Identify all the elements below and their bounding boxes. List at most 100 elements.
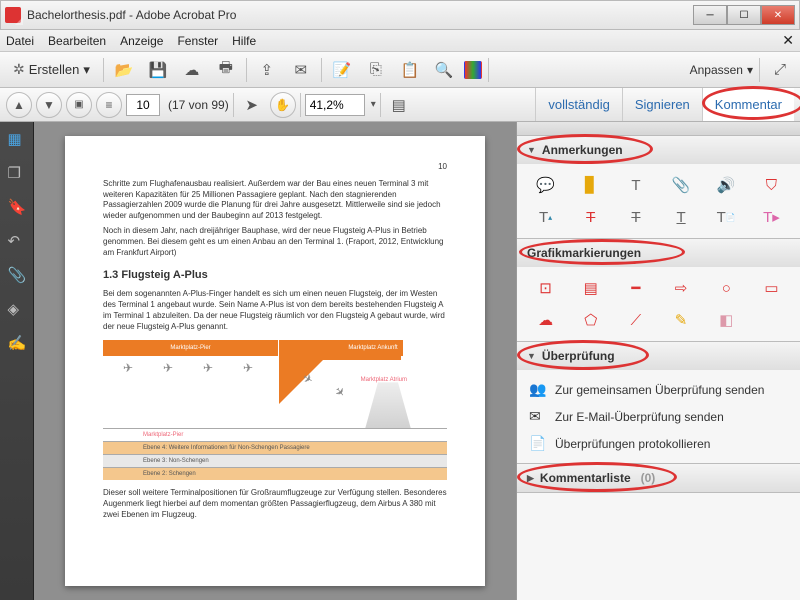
menu-close-icon[interactable]: ✕ [782,32,794,49]
cloud-tool[interactable]: ☁ [527,309,564,331]
body-text: Schritte zum Flughafenausbau realisiert.… [103,179,447,222]
underline-tool[interactable]: T [663,206,700,228]
create-label: Erstellen [29,62,80,77]
page-last-button[interactable]: ≡ [96,92,122,118]
cloud-button[interactable]: ☁ [178,56,206,84]
email-button[interactable]: ✉ [287,56,315,84]
annotation-tools: 💬 ▊ T 📎 🔊 ⛉ T▴ T T T T📄 T▸ [527,174,790,228]
sticky-note-tool[interactable]: 💬 [527,174,564,196]
page-up-button[interactable]: ▲ [6,92,32,118]
callout-tool[interactable]: ⊡ [527,277,564,299]
edit-button[interactable]: 📝 [328,56,356,84]
pages-icon[interactable]: ❐ [8,164,26,182]
chevron-down-icon: ▾ [371,99,376,110]
search-button[interactable]: 🔍 [430,56,458,84]
bookmarks-icon[interactable]: 🔖 [8,198,26,216]
hand-tool[interactable]: ✋ [270,92,296,118]
clipboard-button[interactable]: 📋 [396,56,424,84]
eraser-tool[interactable]: ◧ [708,309,745,331]
print-button[interactable]: 🖶 [212,56,240,84]
app-icon [5,7,21,23]
document-viewport[interactable]: 10 Schritte zum Flughafenausbau realisie… [34,122,516,600]
create-dropdown[interactable]: ✲ Erstellen ▾ [6,56,97,84]
polygon-tool[interactable]: ⬠ [572,309,609,331]
rect-tool[interactable]: ▭ [753,277,790,299]
highlight-tool[interactable]: ▊ [572,174,609,196]
review-shared-link[interactable]: 👥 Zur gemeinsamen Überprüfung senden [527,376,790,403]
audio-tool[interactable]: 🔊 [708,174,745,196]
fullscreen-button[interactable]: ⤢ [766,56,794,84]
chevron-down-icon: ▾ [747,63,753,77]
polyline-tool[interactable]: ⟋ [617,309,654,331]
menu-fenster[interactable]: Fenster [177,34,218,48]
shared-review-icon: 👥 [529,381,547,398]
text-note-tool[interactable]: T📄 [708,206,745,228]
oval-tool[interactable]: ○ [708,277,745,299]
review-track-link[interactable]: 📄 Überprüfungen protokollieren [527,430,790,457]
page-number-input[interactable] [126,94,160,116]
menu-hilfe[interactable]: Hilfe [232,34,256,48]
insert-text-tool[interactable]: T▴ [527,206,564,228]
pdf-page: 10 Schritte zum Flughafenausbau realisie… [65,136,485,586]
tab-vollstaendig[interactable]: vollständig [535,88,621,121]
tab-kommentar[interactable]: Kommentar [702,88,794,121]
page-count-label: (17 von 99) [168,98,229,112]
zoom-select[interactable] [305,94,365,116]
diagram: Marktplatz-Pier Marktplatz Ankunft ✈ ✈ ✈… [103,340,447,480]
window-close-button[interactable]: ✕ [761,5,795,25]
page-first-button[interactable]: ▣ [66,92,92,118]
section-ueberpruefung[interactable]: ▼ Überprüfung [517,342,800,370]
gear-icon: ✲ [13,61,25,78]
window-minimize-button[interactable]: ─ [693,5,727,25]
undo-icon[interactable]: ↶ [8,232,26,250]
attachments-icon[interactable]: 📎 [8,266,26,284]
disclosure-triangle-icon: ▼ [527,351,536,361]
section-heading: 1.3 Flugsteig A-Plus [103,268,447,283]
section-grafikmarkierungen[interactable]: Grafikmarkierungen [517,239,800,267]
drawing-tools: ⊡ ▤ ━ ⇨ ○ ▭ ☁ ⬠ ⟋ ✎ ◧ [527,277,790,331]
pencil-tool[interactable]: ✎ [663,309,700,331]
customize-dropdown[interactable]: Anpassen▾ [690,63,753,77]
track-review-icon: 📄 [529,435,547,452]
body-text: Noch in diesem Jahr, nach dreijähriger B… [103,226,447,258]
section-kommentarliste[interactable]: ▶ Kommentarliste (0) [517,464,800,492]
export-button[interactable]: ⎘ [362,56,390,84]
arrow-tool[interactable]: ⇨ [663,277,700,299]
open-button[interactable]: 📂 [110,56,138,84]
tab-signieren[interactable]: Signieren [622,88,702,121]
chevron-down-icon: ▾ [83,62,90,78]
menu-anzeige[interactable]: Anzeige [120,34,163,48]
thumbnails-icon[interactable]: ▦ [8,130,26,148]
signatures-icon[interactable]: ✍ [8,334,26,352]
text-box-tool[interactable]: T▸ [753,206,790,228]
menu-bearbeiten[interactable]: Bearbeiten [48,34,106,48]
email-review-icon: ✉ [529,408,547,425]
window-titlebar: Bachelorthesis.pdf - Adobe Acrobat Pro ─… [0,0,800,30]
section-anmerkungen[interactable]: ▼ Anmerkungen [517,136,800,164]
attach-tool[interactable]: 📎 [663,174,700,196]
text-tool[interactable]: T [617,174,654,196]
toolbar-main: ✲ Erstellen ▾ 📂 💾 ☁ 🖶 ⇪ ✉ 📝 ⎘ 📋 🔍 Anpass… [0,52,800,88]
stamp-tool[interactable]: ⛉ [753,174,790,196]
menu-bar: Datei Bearbeiten Anzeige Fenster Hilfe ✕ [0,30,800,52]
pointer-tool[interactable]: ➤ [238,91,266,119]
toolbar-nav: ▲ ▼ ▣ ≡ (17 von 99) ➤ ✋ ▾ ▤ vollständig … [0,88,800,122]
comment-panel: ▼ Anmerkungen 💬 ▊ T 📎 🔊 ⛉ T▴ T T T T📄 [516,122,800,600]
doc-options-button[interactable]: ▤ [385,91,413,119]
page-number: 10 [103,162,447,173]
save-button[interactable]: 💾 [144,56,172,84]
sidebar-nav: ▦ ❐ 🔖 ↶ 📎 ◈ ✍ [0,122,34,600]
rainbow-button[interactable] [464,61,482,79]
page-down-button[interactable]: ▼ [36,92,62,118]
window-title: Bachelorthesis.pdf - Adobe Acrobat Pro [27,8,693,22]
menu-datei[interactable]: Datei [6,34,34,48]
replace-text-tool[interactable]: T [572,206,609,228]
textbox-tool[interactable]: ▤ [572,277,609,299]
window-maximize-button[interactable]: ☐ [727,5,761,25]
layers-icon[interactable]: ◈ [8,300,26,318]
review-email-link[interactable]: ✉ Zur E-Mail-Überprüfung senden [527,403,790,430]
disclosure-triangle-icon: ▼ [527,145,536,155]
strikethrough-tool[interactable]: T [617,206,654,228]
line-tool[interactable]: ━ [617,277,654,299]
share-button[interactable]: ⇪ [253,56,281,84]
